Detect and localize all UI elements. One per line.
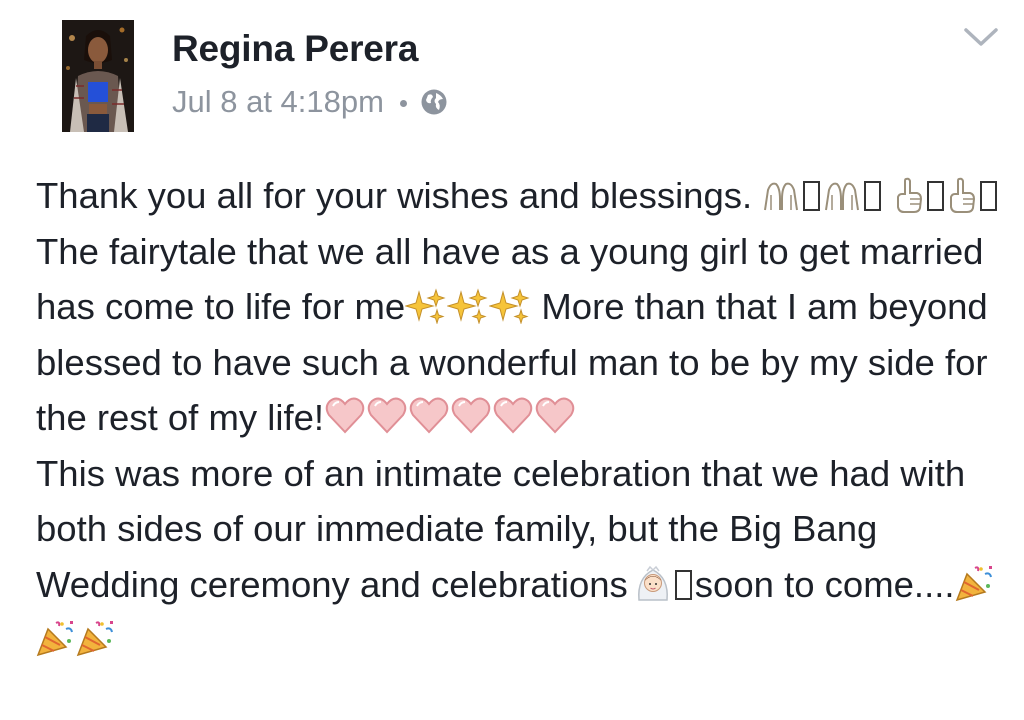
sparkles-icon: [405, 288, 447, 324]
post-message: Thank you all for your wishes and blessi…: [36, 168, 1011, 668]
unknown-glyph: [803, 181, 821, 211]
party-popper-icon: [955, 564, 995, 602]
globe-icon[interactable]: [419, 87, 449, 117]
post-header: Regina Perera Jul 8 at 4:18pm: [0, 0, 1024, 140]
unknown-glyph: [980, 181, 998, 211]
point-up-icon: [947, 177, 977, 213]
unknown-glyph: [864, 181, 882, 211]
pray-icon: [823, 179, 861, 213]
heart-icon: [408, 395, 450, 435]
author-avatar[interactable]: [62, 20, 134, 132]
heart-icon: [366, 395, 408, 435]
post-paragraph-2: This was more of an intimate celebration…: [36, 446, 1011, 668]
pray-icon: [762, 179, 800, 213]
meta-separator-dot: [399, 99, 407, 107]
post-timestamp[interactable]: Jul 8 at 4:18pm: [172, 84, 384, 120]
bride-icon: [634, 564, 672, 602]
point-up-icon: [894, 177, 924, 213]
heart-icon: [534, 395, 576, 435]
party-popper-icon: [36, 619, 76, 657]
post-text-segment: soon to come....: [694, 563, 955, 605]
unknown-glyph: [674, 569, 692, 600]
sparkles-icon: [489, 288, 531, 324]
sparkles-icon: [447, 288, 489, 324]
heart-icon: [450, 395, 492, 435]
author-name[interactable]: Regina Perera: [172, 28, 418, 70]
post-meta: Jul 8 at 4:18pm: [172, 82, 449, 122]
post-paragraph-1: Thank you all for your wishes and blessi…: [36, 168, 1011, 446]
chevron-down-icon[interactable]: [962, 24, 1000, 50]
heart-icon: [492, 395, 534, 435]
party-popper-icon: [76, 619, 116, 657]
unknown-glyph: [927, 181, 945, 211]
heart-icon: [324, 395, 366, 435]
post-text-segment: Thank you all for your wishes and blessi…: [36, 175, 753, 216]
